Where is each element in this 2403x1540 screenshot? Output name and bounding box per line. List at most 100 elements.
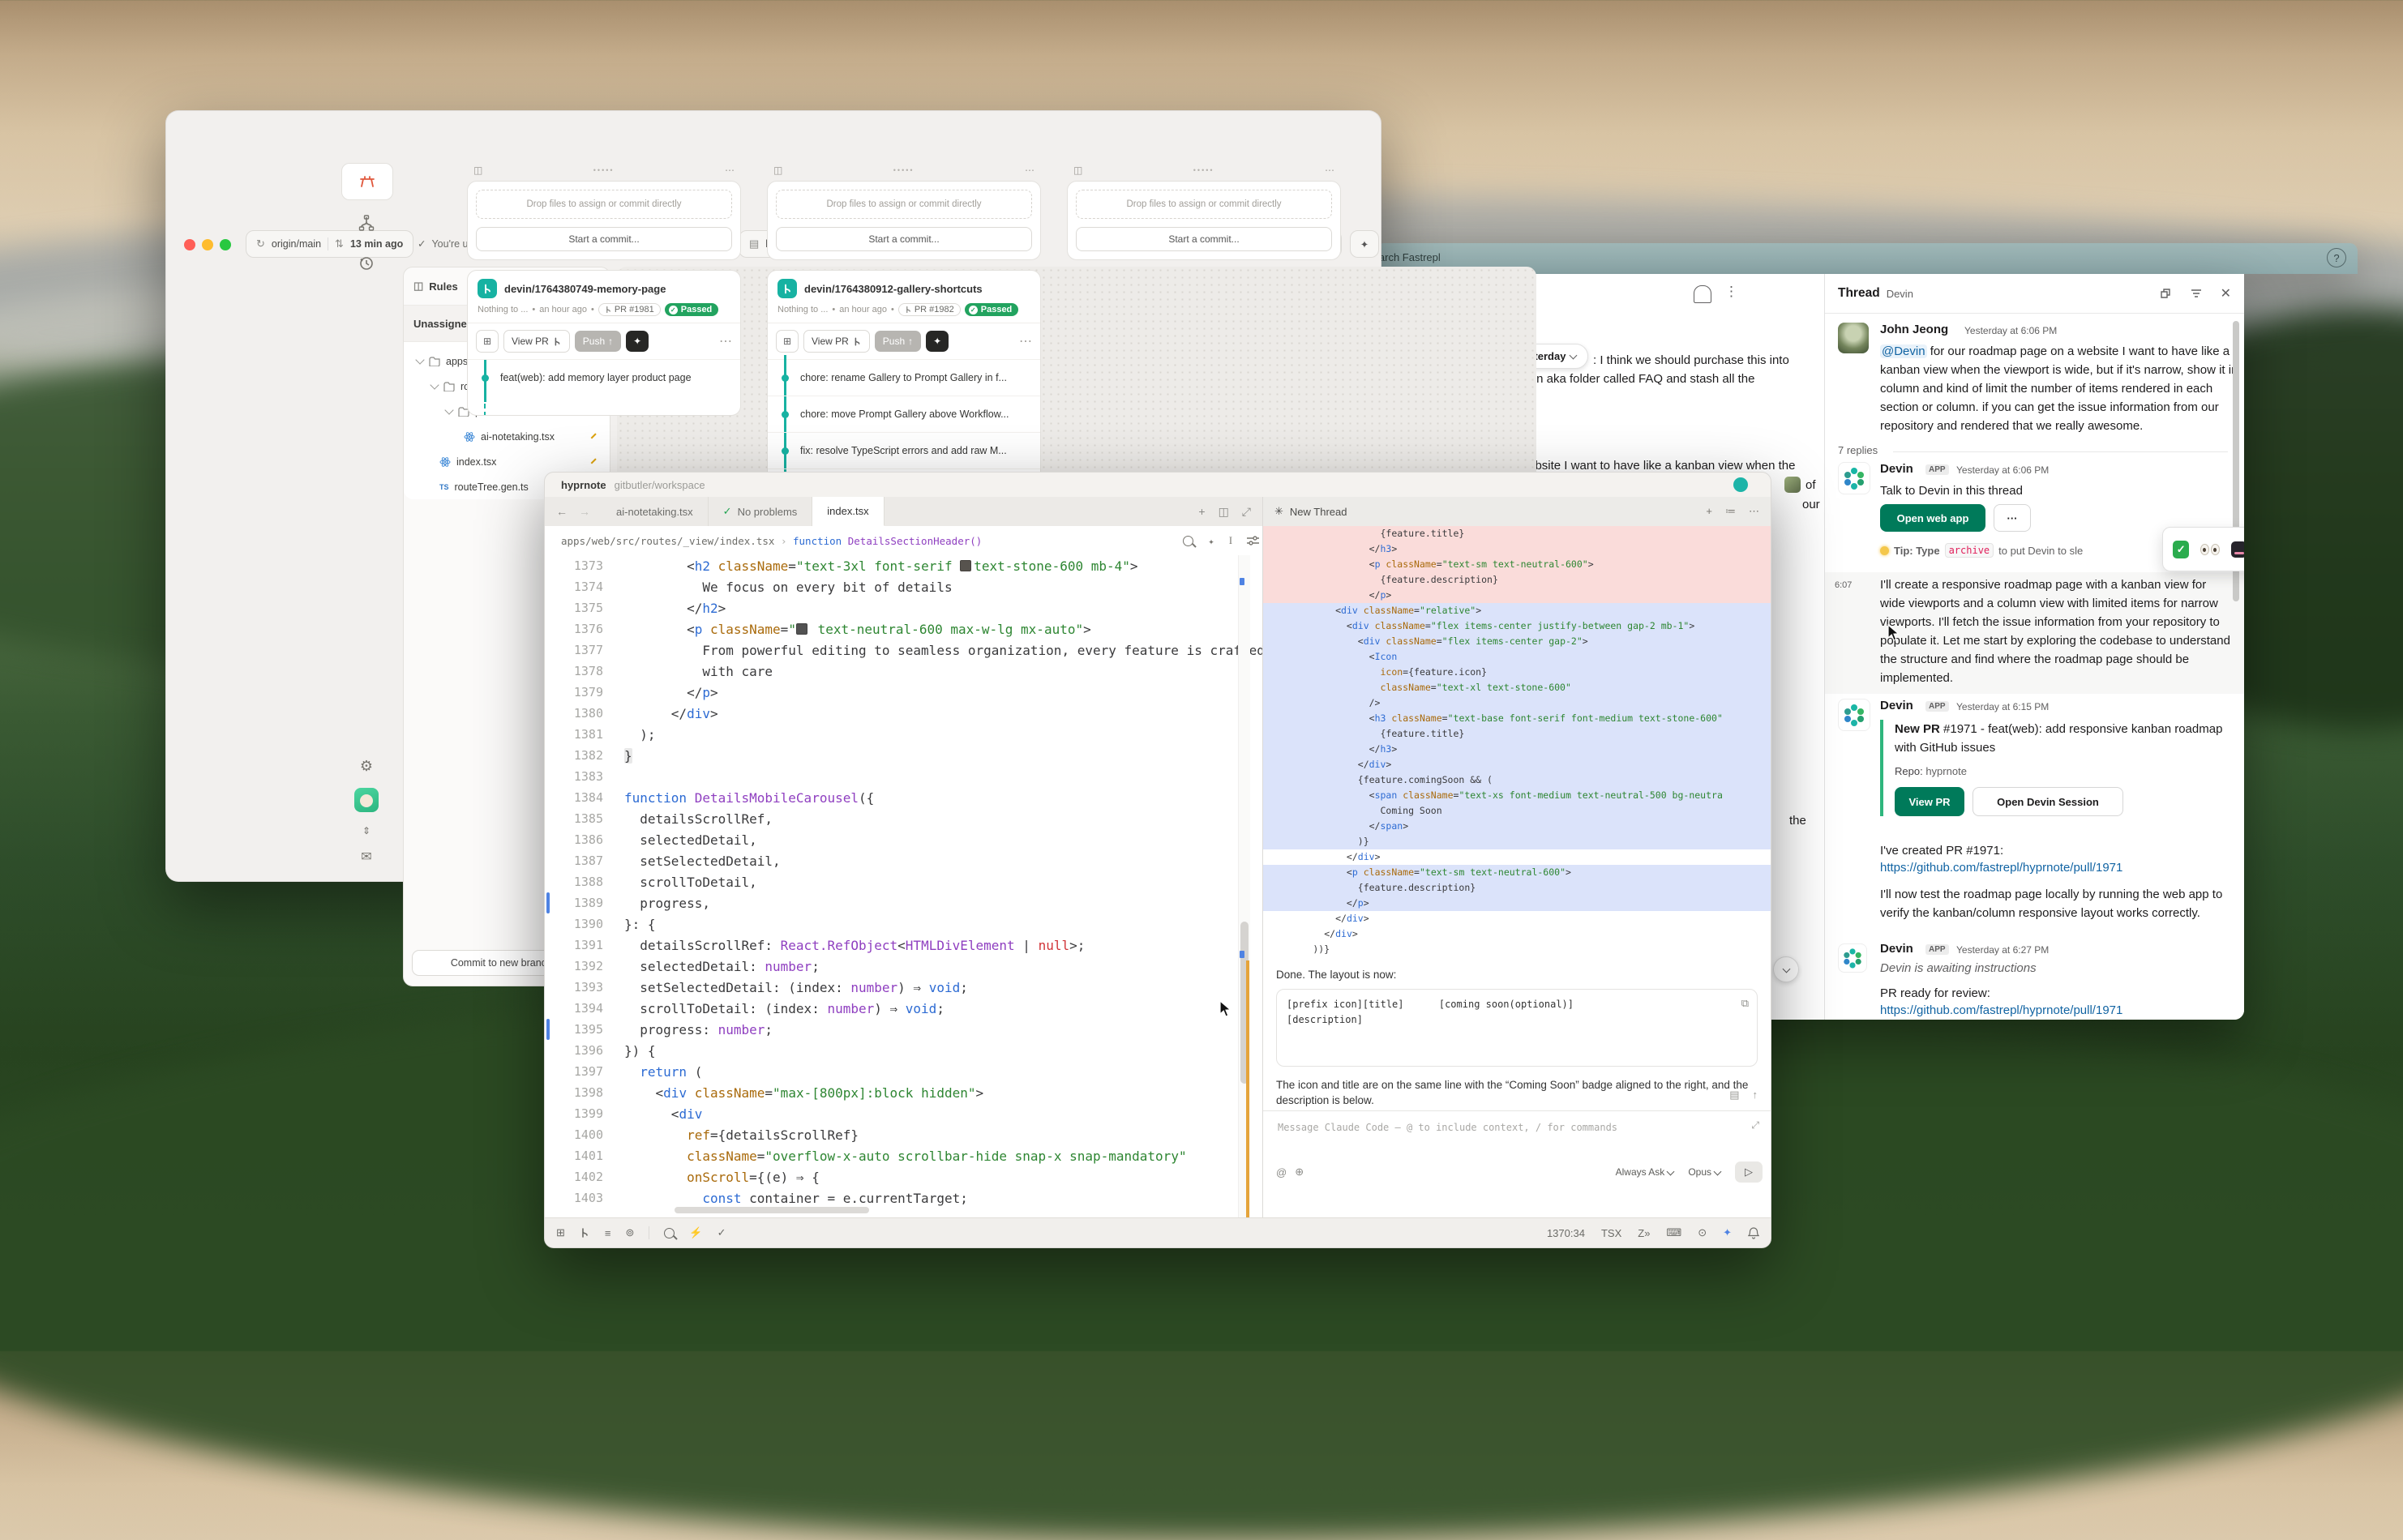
markdown-copy-icon[interactable]: ▤ (1729, 1089, 1739, 1102)
check-emoji-reaction[interactable]: ✓ (2173, 541, 2189, 558)
eyes-emoji-reaction[interactable] (2200, 544, 2220, 555)
pr-badge[interactable]: PR #1981 (598, 303, 661, 316)
assistant-sparkle-icon[interactable]: ✦ (1723, 1226, 1732, 1239)
code-line[interactable]: 1377 From powerful editing to seamless o… (545, 640, 1262, 661)
view-pr-button[interactable]: View PR (1895, 787, 1964, 816)
code-line[interactable]: 1389 progress, (545, 892, 1262, 913)
tab-ai-notetaking[interactable]: ai-notetaking.tsx (602, 497, 709, 526)
terminal-icon[interactable]: ⌨ (1666, 1226, 1681, 1239)
mention-chip[interactable]: @Devin (1880, 344, 1927, 358)
code-line[interactable]: 1393 setSelectedDetail: (index: number) … (545, 977, 1262, 998)
message-timestamp[interactable]: Yesterday at 6:06 PM (1956, 464, 2049, 476)
drop-files-zone[interactable]: Drop files to assign or commit directly (776, 190, 1032, 219)
avatar[interactable] (1838, 323, 1869, 353)
message-timestamp[interactable]: Yesterday at 6:06 PM (1964, 325, 2057, 336)
branch-menu-icon[interactable]: ⋯ (1019, 333, 1032, 349)
editor-titlebar[interactable]: hyprnote gitbutler/workspace (545, 473, 1771, 497)
diff-line[interactable]: <h3 className="text-base font-serif font… (1263, 711, 1771, 726)
search-icon[interactable] (1183, 536, 1193, 546)
text-cursor-icon[interactable]: I (1229, 535, 1232, 547)
branch-name[interactable]: devin/1764380912-gallery-shortcuts (804, 283, 983, 295)
diff-line[interactable]: ))} (1263, 942, 1771, 957)
ci-status-badge[interactable]: ✓Passed (665, 303, 719, 316)
drag-handle[interactable]: ••••• (1082, 166, 1325, 174)
code-line[interactable]: 1391 detailsScrollRef: React.RefObject<H… (545, 935, 1262, 956)
ai-sparkle-button[interactable]: ✦ (926, 331, 949, 352)
code-editor[interactable]: 1373 <h2 className="text-3xl font-serif … (545, 555, 1262, 1218)
ci-status-badge[interactable]: ✓Passed (965, 303, 1019, 316)
runnables-icon[interactable]: ⚡ (689, 1226, 702, 1239)
lane-menu-icon[interactable]: ⋯ (725, 165, 735, 176)
diff-line[interactable]: )} (1263, 834, 1771, 849)
collapse-lane-icon[interactable]: ◫ (1073, 165, 1082, 176)
code-line[interactable]: 1378 with care (545, 661, 1262, 682)
drag-handle[interactable]: ••••• (482, 166, 725, 174)
code-line[interactable]: 1384function DetailsMobileCarousel({ (545, 787, 1262, 808)
assistant-menu-icon[interactable]: ⋯ (1749, 505, 1759, 518)
sidebar-item-workspace[interactable] (341, 163, 393, 200)
collab-panel-icon[interactable]: ⊚ (626, 1226, 635, 1239)
diff-line[interactable]: </div> (1263, 926, 1771, 942)
diff-line[interactable]: </p> (1263, 588, 1771, 603)
code-line[interactable]: 1394 scrollToDetail: (index: number) ⇒ v… (545, 998, 1262, 1019)
code-line[interactable]: 1392 selectedDetail: number; (545, 956, 1262, 977)
collapse-lane-icon[interactable]: ◫ (773, 165, 782, 176)
diff-line[interactable]: <div className="flex items-center gap-2"… (1263, 634, 1771, 649)
message-author[interactable]: Devin (1880, 942, 1913, 956)
slack-search-input[interactable]: Search Fastrepl (1376, 251, 1441, 263)
collaborator-avatar[interactable] (1733, 477, 1748, 492)
diff-line[interactable]: {feature.title} (1263, 526, 1771, 541)
diff-line[interactable]: </p> (1263, 896, 1771, 911)
commit-details-button[interactable]: ⊞ (476, 330, 499, 353)
diagnostics-check-icon[interactable]: ✓ (717, 1226, 726, 1239)
zoom-window-button[interactable] (220, 239, 231, 250)
code-line[interactable]: 1382} (545, 745, 1262, 766)
devin-app-avatar[interactable] (1838, 699, 1870, 731)
new-tab-icon[interactable]: + (1198, 505, 1205, 518)
commit-details-button[interactable]: ⊞ (776, 330, 799, 353)
code-line[interactable]: 1387 setSelectedDetail, (545, 850, 1262, 871)
drag-handle[interactable]: ••••• (782, 166, 1025, 174)
language-mode[interactable]: TSX (1601, 1227, 1621, 1239)
diff-view[interactable]: {feature.title} </h3> <p className="text… (1263, 526, 1771, 957)
horizontal-scrollbar[interactable] (675, 1207, 869, 1213)
code-line[interactable]: 1396}) { (545, 1040, 1262, 1061)
settings-gear-icon[interactable]: ⚙ (341, 748, 392, 784)
filter-icon[interactable] (2190, 287, 2203, 300)
message-gutter-time[interactable]: 6:07 (1835, 580, 1852, 590)
diff-line[interactable]: Coming Soon (1263, 803, 1771, 819)
diff-line[interactable]: </div> (1263, 757, 1771, 772)
debug-icon[interactable]: ⊙ (1698, 1226, 1707, 1239)
ai-actions-button[interactable]: ✦ (1350, 230, 1379, 258)
ai-predict-label[interactable]: Z» (1638, 1227, 1650, 1239)
tree-file-row[interactable]: ai-notetaking.tsx (404, 424, 610, 449)
tree-file-row[interactable]: index.tsx (404, 449, 610, 474)
feedback-mail-icon[interactable]: ✉ (341, 839, 392, 875)
diff-line[interactable]: {feature.description} (1263, 880, 1771, 896)
project-panel-icon[interactable]: ⊞ (556, 1226, 565, 1239)
code-line[interactable]: 1386 selectedDetail, (545, 829, 1262, 850)
code-line[interactable]: 1398 <div className="max-[800px]:block h… (545, 1082, 1262, 1103)
slack-help-button[interactable]: ? (2327, 248, 2346, 267)
commit-row[interactable]: chore: move Prompt Gallery above Workflo… (768, 396, 1040, 432)
code-line[interactable]: 1379 </p> (545, 682, 1262, 703)
diff-line[interactable]: {feature.comingSoon && ( (1263, 772, 1771, 788)
code-line[interactable]: 1375 </h2> (545, 597, 1262, 618)
expand-icon[interactable]: ⤢ (1242, 505, 1251, 519)
diff-line[interactable]: </span> (1263, 819, 1771, 834)
code-line[interactable]: 1395 progress: number; (545, 1019, 1262, 1040)
message-author[interactable]: Devin (1880, 699, 1913, 712)
search-icon[interactable] (664, 1228, 675, 1238)
breadcrumb[interactable]: apps/web/src/routes/_view/index.tsx › fu… (545, 526, 1279, 555)
minimize-window-button[interactable] (202, 239, 213, 250)
target-context-icon[interactable]: ⊕ (1295, 1166, 1304, 1179)
ai-sparkle-button[interactable]: ✦ (626, 331, 649, 352)
diff-line[interactable]: {feature.description} (1263, 572, 1771, 588)
view-pr-button[interactable]: View PR (503, 330, 570, 353)
diff-line[interactable]: <p className="text-sm text-neutral-600"> (1263, 557, 1771, 572)
send-message-button[interactable]: ▷ (1735, 1161, 1763, 1183)
inline-assist-icon[interactable]: ✦ (1208, 535, 1214, 547)
close-icon[interactable]: ✕ (2221, 285, 2231, 302)
editor-settings-icon[interactable] (1247, 536, 1259, 545)
drop-files-zone[interactable]: Drop files to assign or commit directly (476, 190, 732, 219)
